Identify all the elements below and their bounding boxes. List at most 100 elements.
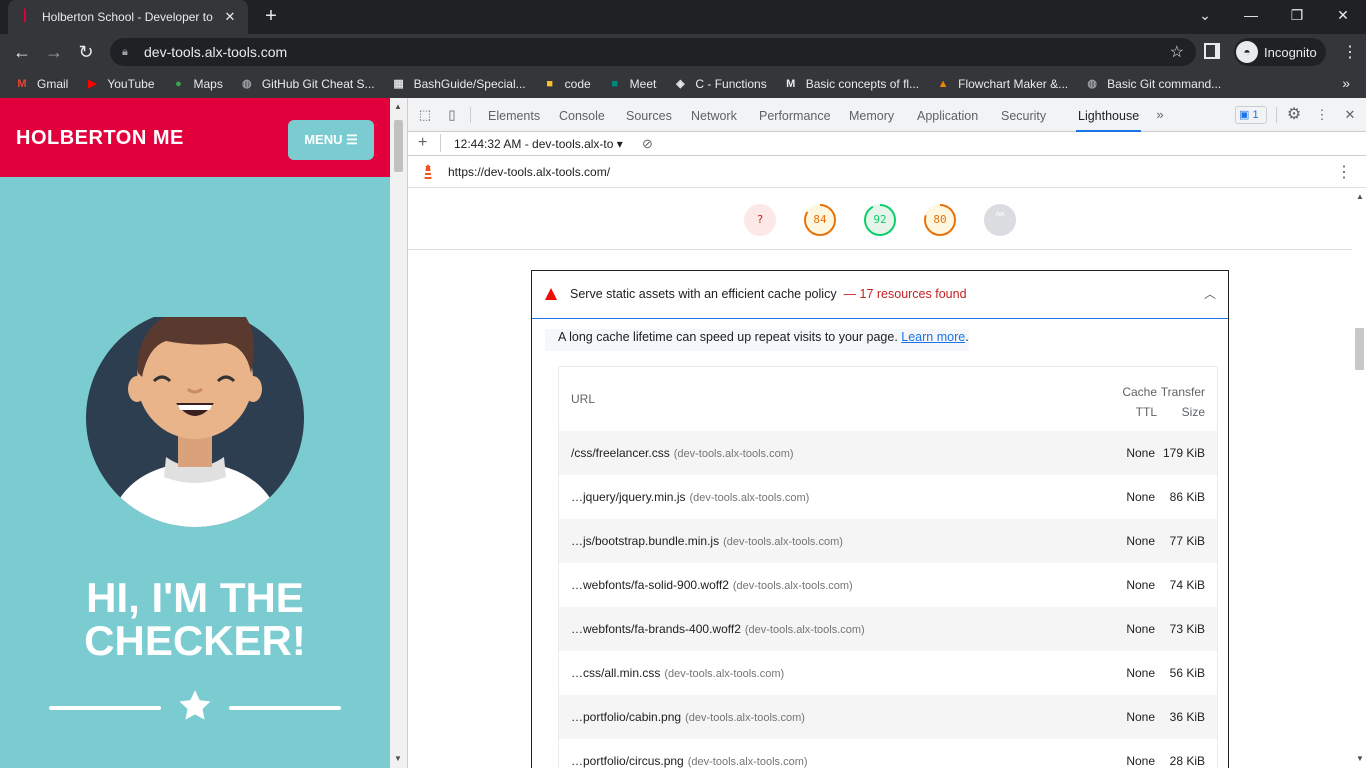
bookmark-item[interactable]: M Gmail (14, 76, 68, 92)
star-icon (179, 690, 211, 720)
tab-console[interactable]: Console (559, 98, 605, 132)
tab-sources[interactable]: Sources (626, 98, 672, 132)
table-row: /css/freelancer.css (dev-tools.alx-tools.… (559, 431, 1217, 475)
row-url[interactable]: …webfonts/fa-solid-900.woff2 (dev-tools.a… (571, 578, 853, 592)
scroll-up-icon[interactable]: ▲ (1356, 192, 1364, 201)
row-url[interactable]: …portfolio/circus.png (dev-tools.alx-tool… (571, 754, 808, 768)
tab-performance[interactable]: Performance (759, 98, 831, 132)
gauge-accessibility[interactable]: 84 (803, 203, 837, 237)
row-transfer-size: 73 KiB (1169, 622, 1205, 636)
tab-memory[interactable]: Memory (849, 98, 894, 132)
bookmark-item[interactable]: ▦ BashGuide/Special... (391, 76, 525, 92)
table-row: …webfonts/fa-solid-900.woff2 (dev-tools.a… (559, 563, 1217, 607)
clear-reports-icon[interactable]: ⊘ (642, 136, 653, 152)
gauge-score: 80 (933, 213, 947, 226)
gauge-seo[interactable]: 80 (923, 203, 957, 237)
row-transfer-size: 74 KiB (1169, 578, 1205, 592)
address-bar[interactable]: 🔒︎ dev-tools.alx-tools.com ☆ (110, 38, 1196, 66)
table-row: …jquery/jquery.min.js (dev-tools.alx-tool… (559, 475, 1217, 519)
collapse-chevron-icon[interactable]: ︿ (1204, 285, 1216, 302)
audit-header[interactable]: Serve static assets with an efficient ca… (532, 271, 1228, 319)
bookmark-item[interactable]: ● Maps (171, 76, 223, 92)
report-scrollbar-thumb[interactable] (1355, 328, 1364, 370)
incognito-profile-button[interactable]: ◓ Incognito (1234, 38, 1326, 66)
more-bookmarks-icon[interactable]: » (1342, 75, 1350, 91)
tab-title: Holberton School - Developer to (42, 10, 213, 24)
row-url[interactable]: …portfolio/cabin.png (dev-tools.alx-tools… (571, 710, 805, 724)
inspect-element-icon[interactable]: ⬚ (417, 107, 433, 123)
window-close-icon[interactable]: ✕ (1320, 0, 1366, 30)
bookmark-item[interactable]: ■ code (542, 76, 591, 92)
learn-more-link[interactable]: Learn more (901, 330, 965, 344)
chrome-menu-icon[interactable]: ⋮ (1342, 42, 1358, 62)
settings-gear-icon[interactable]: ⚙ (1286, 107, 1302, 123)
row-url[interactable]: …webfonts/fa-brands-400.woff2 (dev-tools.… (571, 622, 865, 636)
row-url[interactable]: …jquery/jquery.min.js (dev-tools.alx-tool… (571, 490, 809, 504)
new-report-icon[interactable]: + (418, 134, 427, 152)
row-url[interactable]: …js/bootstrap.bundle.min.js (dev-tools.al… (571, 534, 843, 548)
tab-search-icon[interactable]: ⌄ (1182, 0, 1228, 30)
tab-strip: ꟾ Holberton School - Developer to ✕ + ⌄ … (0, 0, 1366, 34)
report-selector[interactable]: 12:44:32 AM - dev-tools.alx-to ▾ (454, 137, 623, 151)
tab-lighthouse[interactable]: Lighthouse (1076, 98, 1142, 132)
report-scrollbar[interactable]: ▲ ▼ (1352, 188, 1366, 768)
report-url[interactable]: https://dev-tools.alx-tools.com/ (448, 165, 610, 179)
restore-icon[interactable]: ❐ (1274, 0, 1320, 30)
row-url[interactable]: /css/freelancer.css (dev-tools.alx-tools.… (571, 446, 794, 460)
toolbar-separator (1276, 107, 1277, 123)
hero-line-1: HI, I'M THE (86, 574, 304, 621)
bookmark-label: Basic Git command... (1107, 77, 1222, 91)
reload-icon[interactable]: ↻ (74, 40, 98, 64)
page-scrollbar[interactable]: ▲ ▼ (390, 98, 407, 768)
issues-badge[interactable]: ▣ 1 (1235, 106, 1267, 124)
forward-icon[interactable]: → (42, 40, 66, 64)
tab-elements[interactable]: Elements (488, 98, 540, 132)
gauge-pwa[interactable]: PWA (983, 203, 1017, 237)
hero-title: HI, I'M THE CHECKER! (0, 576, 390, 662)
tab-security[interactable]: Security (1001, 98, 1046, 132)
bookmark-star-icon[interactable]: ☆ (1170, 42, 1184, 62)
tab-network[interactable]: Network (691, 98, 737, 132)
bookmark-item[interactable]: ◍ GitHub Git Cheat S... (239, 76, 375, 92)
issues-count: 1 (1252, 109, 1259, 121)
side-panel-icon[interactable] (1204, 43, 1220, 59)
bookmark-item[interactable]: ◈ C - Functions (672, 76, 767, 92)
page-scrollbar-thumb[interactable] (394, 120, 403, 172)
scroll-up-icon[interactable]: ▲ (394, 102, 402, 111)
row-url-host: (dev-tools.alx-tools.com) (723, 536, 843, 548)
gauge-score: PWA (995, 212, 1005, 218)
new-tab-button[interactable]: + (260, 5, 282, 27)
bookmark-item[interactable]: ■ Meet (607, 76, 657, 92)
scroll-down-icon[interactable]: ▼ (394, 754, 402, 763)
browser-toolbar: ← → ↻ 🔒︎ dev-tools.alx-tools.com ☆ ◓ Inc… (0, 34, 1366, 70)
diamond-icon: ◈ (676, 78, 685, 90)
row-url[interactable]: …css/all.min.css (dev-tools.alx-tools.com… (571, 666, 784, 680)
table-row: …webfonts/fa-brands-400.woff2 (dev-tools.… (559, 607, 1217, 651)
bookmark-item[interactable]: ▶ YouTube (84, 76, 154, 92)
gauge-best-practices[interactable]: 92 (863, 203, 897, 237)
row-url-path: …webfonts/fa-brands-400.woff2 (571, 622, 741, 636)
tab-application[interactable]: Application (917, 98, 978, 132)
bookmark-label: Meet (629, 77, 657, 91)
bookmark-item[interactable]: ▲ Flowchart Maker &... (935, 76, 1068, 92)
gmail-icon: M (17, 78, 27, 90)
audit-description: A long cache lifetime can speed up repea… (545, 329, 969, 351)
devtools-tabbar: ⬚ ▯ Elements Console Sources Network Perform… (408, 98, 1366, 132)
device-toolbar-icon[interactable]: ▯ (444, 107, 460, 123)
bookmark-item[interactable]: ◍ Basic Git command... (1084, 76, 1221, 92)
menu-button[interactable]: MENU ☰ (288, 120, 374, 160)
bookmark-label: code (564, 77, 591, 91)
report-menu-icon[interactable]: ⋮ (1336, 162, 1352, 182)
browser-tab[interactable]: ꟾ Holberton School - Developer to ✕ (8, 0, 248, 34)
more-tabs-icon[interactable]: » (1152, 107, 1168, 123)
toolbar-separator (440, 134, 441, 152)
scroll-down-icon[interactable]: ▼ (1356, 754, 1364, 763)
bookmark-item[interactable]: M Basic concepts of fl... (783, 76, 919, 92)
gauge-performance[interactable]: ? (743, 203, 777, 237)
devtools-menu-icon[interactable]: ⋮ (1314, 107, 1330, 123)
tab-close-icon[interactable]: ✕ (222, 9, 238, 25)
back-icon[interactable]: ← (10, 40, 34, 64)
minimize-icon[interactable]: — (1228, 0, 1274, 30)
devtools-close-icon[interactable]: ✕ (1342, 107, 1358, 123)
site-brand[interactable]: HOLBERTON ME (16, 127, 184, 150)
